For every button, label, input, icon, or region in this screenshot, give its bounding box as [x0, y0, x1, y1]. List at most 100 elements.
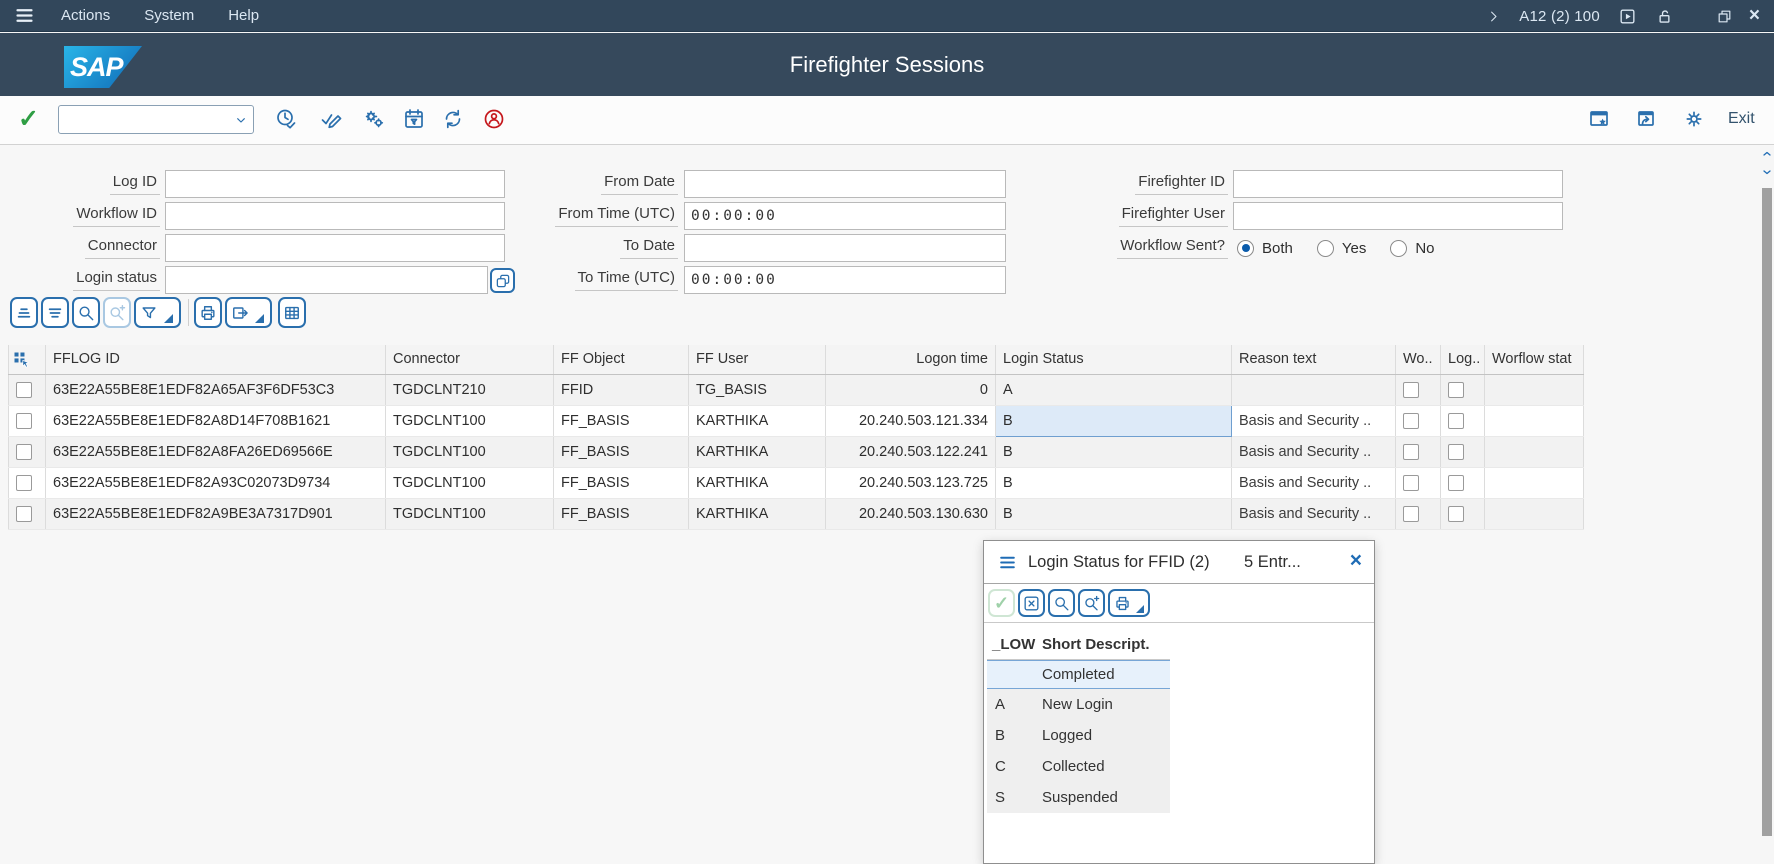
- sort-ascending-button[interactable]: [10, 297, 38, 328]
- cell-worflow-status[interactable]: [1484, 374, 1584, 406]
- cell-wo-checkbox[interactable]: [1395, 405, 1441, 437]
- enter-check-button[interactable]: ✓: [18, 104, 39, 134]
- sort-descending-button[interactable]: [41, 297, 69, 328]
- popup-find-next-button[interactable]: [1078, 589, 1105, 617]
- log-id-input[interactable]: [165, 170, 505, 198]
- cell-ff-object[interactable]: FF_BASIS: [553, 498, 689, 530]
- cell-worflow-status[interactable]: [1484, 498, 1584, 530]
- cell-ff-user[interactable]: KARTHIKA: [688, 498, 826, 530]
- restore-button[interactable]: [1716, 8, 1733, 25]
- radio-yes[interactable]: Yes: [1316, 239, 1366, 257]
- cell-fflog-id[interactable]: 63E22A55BE8E1EDF82A9BE3A7317D901: [45, 498, 386, 530]
- cell-ff-object[interactable]: FFID: [553, 374, 689, 406]
- table-row[interactable]: 63E22A55BE8E1EDF82A8D14F708B1621 TGDCLNT1…: [8, 404, 1584, 437]
- radio-no[interactable]: No: [1390, 239, 1435, 257]
- row-select-cell[interactable]: [8, 374, 46, 406]
- checkbox[interactable]: [1403, 412, 1419, 429]
- table-row[interactable]: 63E22A55BE8E1EDF82A65AF3F6DF53C3 TGDCLNT2…: [8, 374, 1584, 406]
- cell-login-status[interactable]: B: [995, 404, 1232, 437]
- cell-connector[interactable]: TGDCLNT100: [385, 467, 554, 499]
- cell-log-checkbox[interactable]: [1440, 467, 1485, 499]
- checkbox[interactable]: [1448, 381, 1464, 398]
- cell-log-checkbox[interactable]: [1440, 405, 1485, 437]
- col-ff-object[interactable]: FF Object: [553, 345, 689, 375]
- cell-worflow-status[interactable]: [1484, 467, 1584, 499]
- popup-list-item[interactable]: B Logged: [987, 720, 1170, 751]
- popup-list-item[interactable]: A New Login: [987, 689, 1170, 720]
- checkbox[interactable]: [1448, 412, 1464, 429]
- row-select-cell[interactable]: [8, 405, 46, 437]
- col-log[interactable]: Log..: [1440, 345, 1485, 375]
- table-row[interactable]: 63E22A55BE8E1EDF82A8FA26ED69566E TGDCLNT1…: [8, 436, 1584, 468]
- cell-log-checkbox[interactable]: [1440, 374, 1485, 406]
- popup-list-item[interactable]: Completed: [987, 660, 1170, 689]
- firefighter-user-input[interactable]: [1233, 202, 1563, 230]
- cell-fflog-id[interactable]: 63E22A55BE8E1EDF82A65AF3F6DF53C3: [45, 374, 386, 406]
- row-select-checkbox[interactable]: [16, 505, 32, 522]
- cell-login-status[interactable]: A: [995, 374, 1232, 406]
- radio-yes-dot[interactable]: [1316, 239, 1334, 257]
- cell-ff-user[interactable]: KARTHIKA: [688, 405, 826, 437]
- vertical-scrollbar[interactable]: [1760, 146, 1774, 864]
- row-select-cell[interactable]: [8, 498, 46, 530]
- cell-fflog-id[interactable]: 63E22A55BE8E1EDF82A93C02073D9734: [45, 467, 386, 499]
- chevron-down-icon[interactable]: [233, 112, 249, 128]
- radio-both-dot[interactable]: [1237, 239, 1254, 257]
- cell-connector[interactable]: TGDCLNT100: [385, 498, 554, 530]
- cell-wo-checkbox[interactable]: [1395, 436, 1441, 468]
- popup-list-item[interactable]: C Collected: [987, 751, 1170, 782]
- find-button[interactable]: [72, 297, 100, 328]
- cell-ff-object[interactable]: FF_BASIS: [553, 467, 689, 499]
- row-select-cell[interactable]: [8, 467, 46, 499]
- command-input[interactable]: [63, 108, 223, 131]
- popup-title-bar[interactable]: Login Status for FFID (2) 5 Entr... ×: [984, 541, 1374, 584]
- row-select-checkbox[interactable]: [16, 474, 32, 491]
- scroll-up-icon[interactable]: [1761, 148, 1773, 160]
- gui-scripting-icon[interactable]: [1618, 7, 1637, 26]
- gui-actions-button[interactable]: [1634, 107, 1658, 131]
- menu-help[interactable]: Help: [224, 5, 263, 26]
- popup-list-item[interactable]: S Suspended: [987, 782, 1170, 813]
- checkbox[interactable]: [1403, 443, 1419, 460]
- end-session-button[interactable]: [482, 107, 506, 131]
- firefighter-id-input[interactable]: [1233, 170, 1563, 198]
- login-status-input[interactable]: [165, 266, 488, 294]
- filter-menu-button[interactable]: [134, 297, 181, 328]
- exit-button[interactable]: Exit: [1728, 110, 1755, 128]
- cell-logon-time[interactable]: 20.240.503.121.334: [825, 405, 996, 437]
- scrollbar-thumb[interactable]: [1762, 188, 1772, 836]
- popup-menu-icon[interactable]: [998, 553, 1017, 572]
- cell-login-status[interactable]: B: [995, 498, 1232, 530]
- col-reason-text[interactable]: Reason text: [1231, 345, 1396, 375]
- new-window-favorite-button[interactable]: [1587, 107, 1611, 131]
- row-select-checkbox[interactable]: [16, 412, 32, 429]
- workflow-id-input[interactable]: [165, 202, 505, 230]
- print-button[interactable]: [194, 297, 222, 328]
- checkbox[interactable]: [1403, 474, 1419, 491]
- expand-chevron-icon[interactable]: [1486, 9, 1501, 24]
- checkbox[interactable]: [1448, 443, 1464, 460]
- table-row[interactable]: 63E22A55BE8E1EDF82A9BE3A7317D901 TGDCLNT1…: [8, 498, 1584, 530]
- menu-actions[interactable]: Actions: [57, 5, 114, 26]
- close-button[interactable]: ×: [1749, 5, 1760, 27]
- col-logon-time[interactable]: Logon time: [825, 345, 996, 375]
- cell-login-status[interactable]: B: [995, 436, 1232, 468]
- to-time-input[interactable]: [684, 266, 1006, 294]
- cell-worflow-status[interactable]: [1484, 436, 1584, 468]
- from-date-input[interactable]: [684, 170, 1006, 198]
- cell-fflog-id[interactable]: 63E22A55BE8E1EDF82A8D14F708B1621: [45, 405, 386, 437]
- refresh-button[interactable]: [441, 107, 465, 131]
- popup-accept-button[interactable]: ✓: [988, 589, 1015, 617]
- radio-no-dot[interactable]: [1390, 239, 1408, 257]
- select-all-header[interactable]: [8, 345, 46, 375]
- cell-logon-time[interactable]: 0: [825, 374, 996, 406]
- connector-input[interactable]: [165, 234, 505, 262]
- radio-both[interactable]: Both: [1237, 239, 1293, 257]
- row-select-checkbox[interactable]: [16, 443, 32, 460]
- row-select-cell[interactable]: [8, 436, 46, 468]
- checkbox[interactable]: [1448, 474, 1464, 491]
- checkbox[interactable]: [1448, 505, 1464, 522]
- cell-log-checkbox[interactable]: [1440, 436, 1485, 468]
- menu-icon[interactable]: [14, 5, 35, 26]
- col-wo[interactable]: Wo..: [1395, 345, 1441, 375]
